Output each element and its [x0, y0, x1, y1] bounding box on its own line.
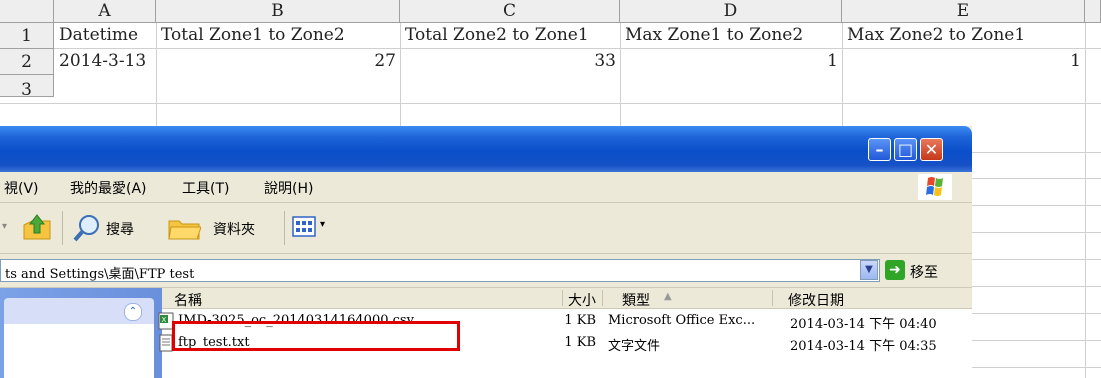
column-header-b[interactable]: B [156, 0, 400, 23]
grid-line [1085, 0, 1086, 378]
close-button[interactable]: ✕ [920, 138, 943, 161]
menu-bar: 視(V) 我的最愛(A) 工具(T) 說明(H) [0, 172, 972, 203]
column-separator[interactable] [602, 290, 603, 306]
column-separator[interactable] [562, 290, 563, 306]
svg-text:X: X [162, 316, 167, 324]
column-header-d[interactable]: D [620, 0, 842, 23]
views-button[interactable]: ▾ [292, 215, 332, 241]
menu-tools[interactable]: 工具(T) [182, 178, 229, 198]
search-button[interactable]: 搜尋 [70, 209, 160, 247]
cell-e2[interactable]: 1 [842, 49, 1081, 74]
cell-d1[interactable]: Max Zone1 to Zone2 [625, 23, 803, 48]
highlight-box [172, 321, 460, 351]
file-size: 1 KB [564, 313, 596, 328]
cell-a2[interactable]: 2014-3-13 [59, 49, 146, 74]
title-bar[interactable]: – □ ✕ [0, 126, 972, 172]
column-size[interactable]: 大小 [568, 290, 596, 310]
cell-a1[interactable]: Datetime [59, 23, 138, 48]
cell-e1[interactable]: Max Zone2 to Zone1 [847, 23, 1025, 48]
cell-c2[interactable]: 33 [400, 49, 616, 74]
grid-line [0, 103, 1101, 104]
column-type[interactable]: 類型 [622, 290, 650, 310]
toolbar-separator [62, 211, 63, 245]
views-icon [292, 216, 316, 237]
folders-button[interactable]: 資料夾 [165, 209, 275, 247]
file-size: 1 KB [564, 335, 596, 350]
file-modified: 2014-03-14 下午 04:35 [790, 339, 937, 354]
folders-label: 資料夾 [213, 222, 255, 238]
file-type: 文字文件 [608, 339, 661, 354]
up-folder-button[interactable] [20, 211, 54, 245]
row-header-3[interactable]: 3 [0, 75, 54, 100]
row-header-2[interactable]: 2 [0, 49, 54, 75]
column-header-e[interactable]: E [842, 0, 1085, 23]
menu-favorites[interactable]: 我的最愛(A) [70, 178, 147, 198]
toolbar: ▾ 搜尋 資料夾 ▾ [0, 203, 972, 254]
file-modified: 2014-03-14 下午 04:40 [790, 317, 937, 332]
minimize-icon: – [875, 140, 884, 159]
chevron-down-icon: ▼ [865, 264, 873, 275]
windows-logo-icon [918, 174, 952, 200]
column-modified[interactable]: 修改日期 [788, 290, 844, 310]
maximize-icon: □ [897, 140, 914, 159]
task-pane-header[interactable]: ⌃ [4, 298, 154, 324]
select-all-corner[interactable] [0, 0, 54, 23]
address-bar: ts and Settings\桌面\FTP test ▼ ➜ 移至 [0, 254, 972, 288]
go-label[interactable]: 移至 [910, 262, 938, 282]
cell-c1[interactable]: Total Zone2 to Zone1 [405, 23, 589, 48]
cell-b1[interactable]: Total Zone1 to Zone2 [161, 23, 345, 48]
column-name[interactable]: 名稱 [174, 290, 202, 310]
column-header-f[interactable] [1085, 0, 1101, 23]
views-dropdown-icon: ▾ [320, 219, 326, 230]
cell-d2[interactable]: 1 [620, 49, 838, 74]
toolbar-separator [284, 211, 285, 245]
menu-help[interactable]: 說明(H) [264, 178, 313, 198]
column-header-c[interactable]: C [400, 0, 620, 23]
file-type: Microsoft Office Exc... [608, 313, 756, 328]
explorer-window[interactable]: – □ ✕ 視(V) 我的最愛(A) 工具(T) 說明(H) ▾ 搜尋 資料夾 … [0, 126, 972, 378]
collapse-icon[interactable]: ⌃ [124, 303, 142, 321]
back-dropdown-icon[interactable]: ▾ [2, 221, 7, 232]
sort-asc-icon: ▲ [664, 291, 672, 302]
search-icon [73, 215, 99, 242]
address-text: ts and Settings\桌面\FTP test [5, 267, 195, 282]
minimize-button[interactable]: – [868, 138, 891, 161]
up-folder-icon [23, 214, 51, 240]
search-label: 搜尋 [106, 222, 134, 238]
task-pane: ⌃ [0, 288, 162, 378]
task-pane-body [4, 324, 154, 378]
menu-view[interactable]: 視(V) [4, 178, 39, 198]
row-header-1[interactable]: 1 [0, 23, 54, 49]
address-input[interactable]: ts and Settings\桌面\FTP test [0, 259, 880, 282]
column-separator[interactable] [772, 290, 773, 306]
file-list-header: 名稱 大小 類型 ▲ 修改日期 [162, 288, 972, 309]
go-button[interactable]: ➜ [885, 260, 905, 280]
folder-icon [168, 220, 201, 240]
arrow-right-icon: ➜ [889, 262, 901, 278]
maximize-button[interactable]: □ [894, 138, 917, 161]
cell-b2[interactable]: 27 [156, 49, 396, 74]
close-icon: ✕ [924, 140, 939, 159]
address-dropdown-button[interactable]: ▼ [860, 260, 878, 280]
column-header-a[interactable]: A [54, 0, 156, 23]
